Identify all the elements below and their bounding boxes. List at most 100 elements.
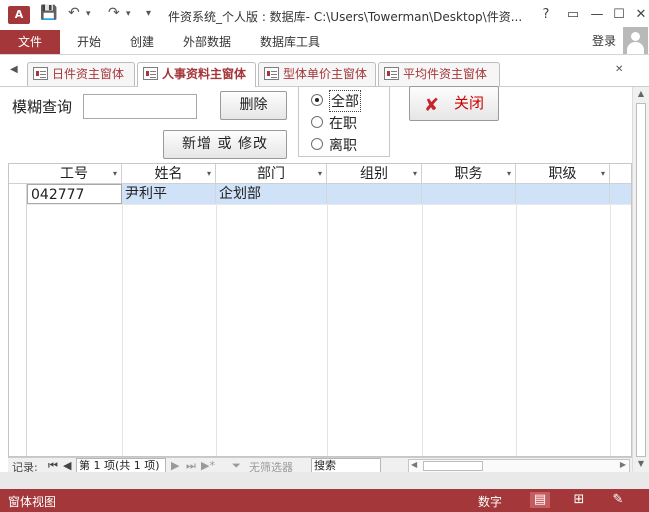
radio-checked-icon	[311, 94, 323, 106]
document-tabs: ◀ 日件资主窗体 人事资料主窗体 型体单价主窗体 平均件资主窗体 ✕	[0, 55, 649, 87]
tab-file[interactable]: 文件	[0, 30, 60, 54]
filter-employed-radio[interactable]: 在职	[311, 112, 391, 132]
datasheet-header: 工号 ▾ 姓名 ▾ 部门 ▾ 组别 ▾ 职务 ▾ 职级 ▾	[9, 164, 631, 184]
record-navigation-bar: 记录: ⏮ ◀ 第 1 项(共 1 项) ▶ ⏭ ▶* ⏷ 无筛选器 搜索 ◀ …	[8, 457, 632, 474]
avatar[interactable]	[623, 27, 648, 54]
tab-label: 人事资料主窗体	[162, 67, 247, 81]
new-record-icon[interactable]: ▶*	[201, 459, 215, 472]
fuzzy-search-label: 模糊查询	[12, 98, 73, 116]
undo-icon[interactable]: ↶	[68, 5, 80, 21]
tab-daily-wage-form[interactable]: 日件资主窗体	[27, 62, 135, 86]
exit-icon: ✘	[424, 95, 440, 116]
sort-dropdown-icon: ▾	[317, 169, 322, 178]
tab-label: 平均件资主窗体	[403, 67, 488, 81]
undo-dropdown-icon[interactable]: ▾	[86, 9, 91, 19]
sort-dropdown-icon: ▾	[412, 169, 417, 178]
cell-id[interactable]: 042777	[27, 184, 122, 204]
form-icon	[384, 67, 399, 80]
cell-group[interactable]	[327, 184, 422, 204]
column-header-group[interactable]: 组别 ▾	[327, 164, 422, 184]
scroll-thumb[interactable]	[423, 461, 483, 471]
access-app-icon[interactable]: A	[8, 6, 30, 24]
filter-all-radio[interactable]: 全部	[311, 90, 391, 112]
scroll-thumb[interactable]	[636, 103, 646, 457]
grid-line	[610, 204, 611, 456]
customize-qat-icon[interactable]: ▾	[146, 8, 151, 19]
ribbon-tabs: 文件 开始 创建 外部数据 数据库工具 登录	[0, 30, 649, 55]
cell-name[interactable]: 尹利平	[122, 184, 216, 204]
radio-unchecked-icon	[311, 116, 323, 128]
cell-department[interactable]: 企划部	[216, 184, 327, 204]
cell-rank[interactable]	[516, 184, 610, 204]
record-search-input[interactable]: 搜索	[311, 458, 381, 473]
design-view-icon[interactable]: ✎	[608, 492, 628, 508]
tab-average-wage-form[interactable]: 平均件资主窗体	[378, 62, 500, 86]
column-header-department[interactable]: 部门 ▾	[216, 164, 327, 184]
radio-label: 全部	[329, 90, 361, 112]
status-filter-group: 全部 在职 离职	[298, 86, 390, 157]
column-header-id[interactable]: 工号 ▾	[27, 164, 122, 184]
help-button[interactable]: ?	[533, 4, 559, 26]
close-label: 关闭	[454, 94, 485, 112]
redo-dropdown-icon[interactable]: ▾	[126, 9, 131, 19]
grid-line	[27, 204, 631, 205]
fuzzy-search-input[interactable]	[83, 94, 197, 119]
window-title: 件资系统_个人版 : 数据库- C:\Users\Towerman\Deskto…	[168, 10, 523, 24]
status-bar: 窗体视图 数字 ▤ ⊞ ✎	[0, 489, 649, 512]
record-selector-column[interactable]	[9, 164, 27, 456]
form-footer-band	[0, 472, 649, 489]
sort-dropdown-icon: ▾	[506, 169, 511, 178]
layout-view-icon[interactable]: ⊞	[569, 492, 589, 508]
tab-home[interactable]: 开始	[77, 30, 101, 54]
employee-datasheet: 工号 ▾ 姓名 ▾ 部门 ▾ 组别 ▾ 职务 ▾ 职级 ▾ 042777 尹利平 企划部	[8, 163, 632, 457]
column-header-rank[interactable]: 职级 ▾	[516, 164, 610, 184]
scroll-up-icon[interactable]: ▲	[635, 89, 647, 98]
tab-external-data[interactable]: 外部数据	[183, 30, 231, 54]
num-lock-indicator: 数字	[478, 495, 503, 509]
scroll-left-icon[interactable]: ◀	[411, 460, 417, 469]
column-header-name[interactable]: 姓名 ▾	[122, 164, 216, 184]
tab-scroll-left-icon[interactable]: ◀	[10, 64, 18, 75]
title-bar: A 💾 ↶ ▾ ↷ ▾ ▾ 件资系统_个人版 : 数据库- C:\Users\T…	[0, 0, 649, 30]
form-icon	[33, 67, 48, 80]
scroll-down-icon[interactable]: ▼	[635, 459, 647, 468]
tab-label: 型体单价主窗体	[283, 67, 368, 81]
tab-create[interactable]: 创建	[130, 30, 154, 54]
tab-hr-form[interactable]: 人事资料主窗体	[137, 62, 256, 87]
radio-label: 在职	[329, 116, 357, 132]
cell-position[interactable]	[422, 184, 516, 204]
grid-line	[422, 204, 423, 456]
login-link[interactable]: 登录	[592, 32, 616, 49]
sort-dropdown-icon: ▾	[206, 169, 211, 178]
delete-button[interactable]: 删除	[220, 91, 287, 120]
column-header-position[interactable]: 职务 ▾	[422, 164, 516, 184]
vertical-scrollbar[interactable]: ▲ ▼	[632, 87, 649, 472]
grid-line	[516, 204, 517, 456]
tab-model-price-form[interactable]: 型体单价主窗体	[258, 62, 376, 86]
redo-icon[interactable]: ↷	[108, 5, 120, 21]
tab-database-tools[interactable]: 数据库工具	[260, 30, 320, 54]
form-icon	[143, 67, 158, 80]
form-view-icon[interactable]: ▤	[530, 492, 550, 508]
grid-line	[122, 204, 123, 456]
save-icon[interactable]: 💾	[40, 5, 57, 21]
sort-dropdown-icon: ▾	[600, 169, 605, 178]
horizontal-scrollbar[interactable]: ◀ ▶	[408, 459, 630, 473]
previous-record-icon[interactable]: ◀	[63, 459, 71, 472]
filter-resigned-radio[interactable]: 离职	[311, 134, 391, 154]
grid-line	[216, 204, 217, 456]
first-record-icon[interactable]: ⏮	[48, 459, 58, 473]
close-form-button[interactable]: ✘ 关闭	[409, 86, 499, 121]
ribbon-display-icon[interactable]: ▭	[560, 4, 586, 26]
close-window-button[interactable]: ✕	[628, 4, 649, 26]
last-record-icon[interactable]: ⏭	[186, 459, 196, 473]
table-row[interactable]: 042777 尹利平 企划部	[27, 184, 631, 204]
close-document-icon[interactable]: ✕	[615, 64, 623, 75]
hr-main-form: 模糊查询 删除 新增 或 修改 全部 在职 离职 ✘ 关闭 工号 ▾ 姓名 ▾ 部门…	[0, 86, 632, 457]
scroll-right-icon[interactable]: ▶	[620, 460, 626, 469]
add-or-modify-button[interactable]: 新增 或 修改	[163, 130, 287, 159]
filter-icon[interactable]: ⏷	[232, 459, 241, 473]
next-record-icon[interactable]: ▶	[171, 459, 179, 472]
current-record-box[interactable]: 第 1 项(共 1 项)	[76, 458, 166, 473]
grid-line	[327, 204, 328, 456]
